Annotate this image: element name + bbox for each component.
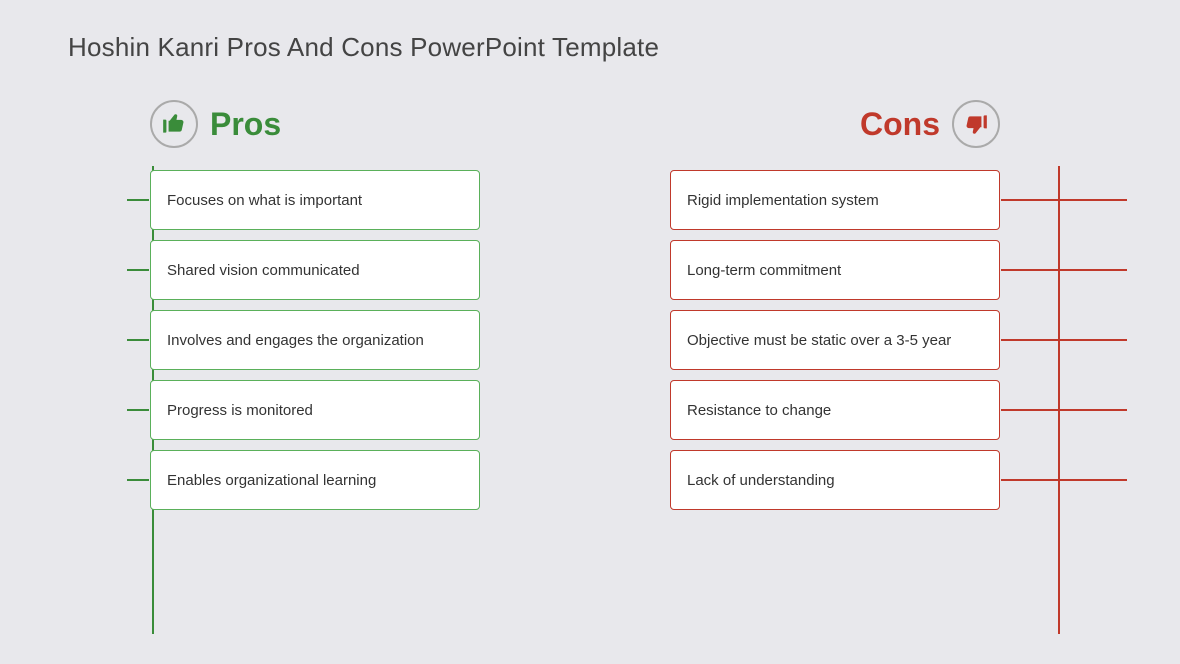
pros-label: Pros (210, 106, 281, 143)
pros-list-item: Enables organizational learning (150, 450, 480, 510)
cons-side: Cons Rigid implementation system Long-ter… (630, 100, 1180, 664)
cons-list-item: Resistance to change (670, 380, 1000, 440)
pros-list-item: Shared vision communicated (150, 240, 480, 300)
cons-list-item: Rigid implementation system (670, 170, 1000, 230)
cons-list-item: Objective must be static over a 3-5 year (670, 310, 1000, 370)
page-title: Hoshin Kanri Pros And Cons PowerPoint Te… (68, 32, 659, 63)
pros-list-item: Progress is monitored (150, 380, 480, 440)
thumbs-down-icon (952, 100, 1000, 148)
content-area: Pros Focuses on what is important Shared … (0, 100, 1180, 664)
pros-header: Pros (150, 100, 281, 148)
cons-list-item: Long-term commitment (670, 240, 1000, 300)
cons-items-list: Rigid implementation system Long-term com… (670, 170, 1000, 510)
cons-list-item: Lack of understanding (670, 450, 1000, 510)
cons-label: Cons (860, 106, 940, 143)
pros-items-list: Focuses on what is important Shared visio… (150, 170, 480, 510)
pros-side: Pros Focuses on what is important Shared … (0, 100, 630, 664)
cons-vertical-line (1058, 166, 1060, 634)
thumbs-up-icon (150, 100, 198, 148)
pros-list-item: Involves and engages the organization (150, 310, 480, 370)
pros-list-item: Focuses on what is important (150, 170, 480, 230)
cons-header: Cons (860, 100, 1000, 148)
